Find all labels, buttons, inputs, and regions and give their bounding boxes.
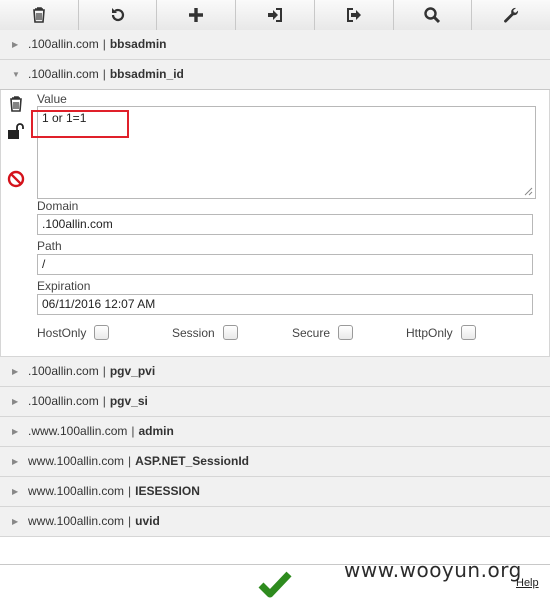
options-button[interactable] <box>472 0 550 30</box>
toolbar <box>0 0 550 31</box>
flag-checkboxes: HostOnly Session Secure HttpOnly <box>37 325 537 343</box>
domain-label: Domain <box>37 199 79 213</box>
cookie-name: bbsadmin_id <box>109 67 184 81</box>
separator: | <box>102 67 106 81</box>
httponly-label: HttpOnly <box>406 325 453 340</box>
cookie-name: uvid <box>135 514 160 528</box>
cookie-row[interactable]: ▶ www.100allin.com | IESESSION <box>0 477 550 507</box>
httponly-checkbox[interactable] <box>460 325 476 340</box>
separator: | <box>131 424 135 438</box>
value-textarea[interactable]: 1 or 1=1 <box>37 106 536 199</box>
cookie-row[interactable]: ▶ .100allin.com | pgv_pvi <box>0 357 550 387</box>
trash-icon <box>32 7 45 23</box>
export-icon <box>346 8 361 22</box>
expand-arrow-icon: ▶ <box>12 367 19 376</box>
delete-all-button[interactable] <box>0 0 79 30</box>
expand-arrow-icon: ▶ <box>12 397 19 406</box>
separator: | <box>128 484 132 498</box>
collapse-arrow-icon: ▼ <box>12 70 20 79</box>
domain-field[interactable]: .100allin.com <box>37 214 533 235</box>
cookie-domain: www.100allin.com <box>28 514 125 528</box>
cookie-domain: .100allin.com <box>28 364 99 378</box>
hostonly-option: HostOnly <box>37 325 110 340</box>
expand-arrow-icon: ▶ <box>12 457 19 466</box>
cookie-domain: .100allin.com <box>28 37 99 51</box>
checkmark-icon[interactable] <box>258 570 292 598</box>
cookie-domain: .100allin.com <box>28 67 99 81</box>
cookie-domain: .www.100allin.com <box>28 424 128 438</box>
cookie-row[interactable]: ▶ www.100allin.com | ASP.NET_SessionId <box>0 447 550 477</box>
expand-arrow-icon: ▶ <box>12 427 19 436</box>
secure-option: Secure <box>292 325 354 340</box>
cookie-domain: www.100allin.com <box>28 484 125 498</box>
expiration-field[interactable]: 06/11/2016 12:07 AM <box>37 294 533 315</box>
cookie-row[interactable]: ▶ .100allin.com | bbsadmin <box>0 30 550 60</box>
import-icon <box>268 8 283 22</box>
plus-icon <box>189 8 204 22</box>
separator: | <box>128 514 132 528</box>
hostonly-checkbox[interactable] <box>94 325 110 340</box>
cookie-name: pgv_si <box>109 394 148 408</box>
separator: | <box>128 454 132 468</box>
block-icon[interactable] <box>7 170 25 188</box>
cookie-row-expanded[interactable]: ▼ .100allin.com | bbsadmin_id <box>0 60 550 90</box>
refresh-button[interactable] <box>79 0 158 30</box>
cookie-list: ▶ .100allin.com | bbsadmin ▼ .100allin.com… <box>0 30 550 537</box>
add-cookie-button[interactable] <box>157 0 237 30</box>
session-label: Session <box>172 325 215 340</box>
resize-handle-icon[interactable] <box>523 186 533 196</box>
hostonly-label: HostOnly <box>37 325 87 340</box>
watermark: www.wooyun.org <box>344 558 522 582</box>
separator: | <box>102 37 106 51</box>
path-field[interactable]: / <box>37 254 533 275</box>
session-checkbox[interactable] <box>222 325 238 340</box>
import-button[interactable] <box>236 0 315 30</box>
cookie-editor: Value 1 or 1=1 Domain .100allin.com Path… <box>0 90 550 357</box>
httponly-option: HttpOnly <box>406 325 476 340</box>
separator: | <box>102 394 106 408</box>
secure-label: Secure <box>292 325 331 340</box>
separator: | <box>102 364 106 378</box>
expiration-label: Expiration <box>37 279 91 293</box>
cookie-name: admin <box>138 424 174 438</box>
path-label: Path <box>37 239 62 253</box>
cookie-name: IESESSION <box>135 484 200 498</box>
wrench-icon <box>504 7 519 23</box>
cookie-row[interactable]: ▶ .www.100allin.com | admin <box>0 417 550 447</box>
secure-checkbox[interactable] <box>338 325 354 340</box>
refresh-icon <box>111 8 124 22</box>
cookie-name: pgv_pvi <box>109 364 156 378</box>
trash-icon[interactable] <box>7 95 25 113</box>
unlock-icon[interactable] <box>7 122 25 140</box>
expand-arrow-icon: ▶ <box>12 517 19 526</box>
session-option: Session <box>172 325 238 340</box>
value-label: Value <box>37 92 67 106</box>
export-button[interactable] <box>315 0 394 30</box>
cookie-name: bbsadmin <box>109 37 167 51</box>
search-icon <box>424 7 441 24</box>
cookie-domain: .100allin.com <box>28 394 99 408</box>
cookie-domain: www.100allin.com <box>28 454 125 468</box>
expand-arrow-icon: ▶ <box>12 40 19 49</box>
cookie-name: ASP.NET_SessionId <box>135 454 249 468</box>
expand-arrow-icon: ▶ <box>12 487 19 496</box>
cookie-row[interactable]: ▶ www.100allin.com | uvid <box>0 507 550 537</box>
cookie-row[interactable]: ▶ .100allin.com | pgv_si <box>0 387 550 417</box>
search-button[interactable] <box>394 0 473 30</box>
